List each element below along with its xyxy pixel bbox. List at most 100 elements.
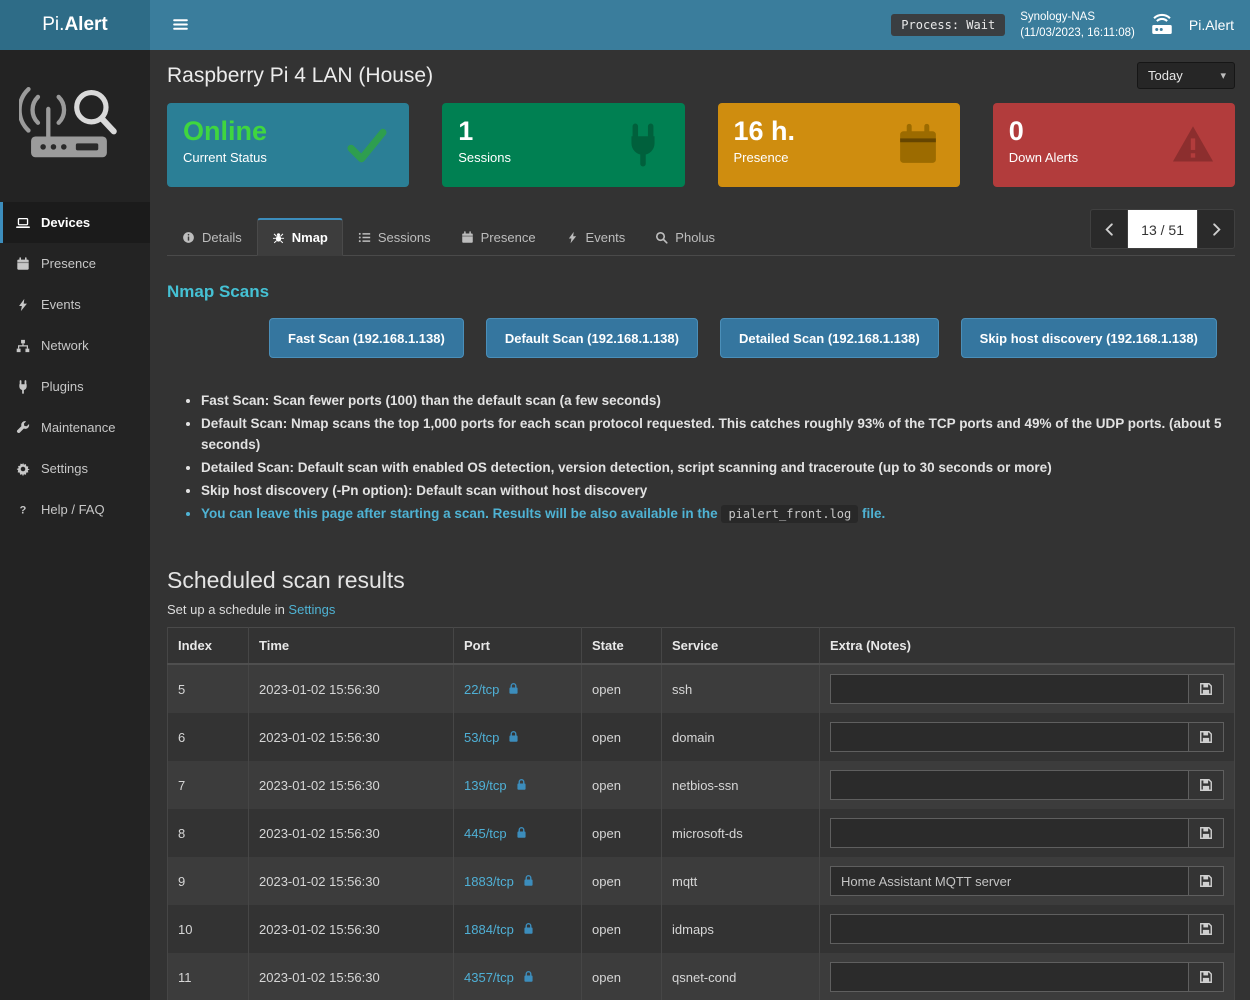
save-note-button[interactable] [1188, 914, 1224, 944]
port-link[interactable]: 4357/tcp [464, 970, 514, 985]
nmap-panel: Nmap Scans Fast Scan (192.168.1.138) Defa… [167, 282, 1235, 525]
sidebar-item-maintenance[interactable]: Maintenance [0, 407, 150, 448]
chevron-right-icon [1209, 222, 1224, 237]
card-presence[interactable]: 16 h. Presence [718, 103, 960, 187]
table-row: 11 2023-01-02 15:56:30 4357/tcp open qsn… [168, 953, 1235, 1000]
cell-service: ssh [662, 664, 820, 713]
sidebar-item-events[interactable]: Events [0, 284, 150, 325]
port-link[interactable]: 1883/tcp [464, 874, 514, 889]
card-down-alerts[interactable]: 0 Down Alerts [993, 103, 1235, 187]
scheduled-results-panel: Scheduled scan results Set up a schedule… [167, 567, 1235, 1000]
note-input[interactable] [830, 770, 1188, 800]
laptop-icon [15, 216, 31, 230]
cell-state: open [582, 905, 662, 953]
cell-service: idmaps [662, 905, 820, 953]
scan-notes-list: Fast Scan: Scan fewer ports (100) than t… [171, 390, 1235, 525]
default-scan-192-168-1-138-button[interactable]: Default Scan (192.168.1.138) [486, 318, 698, 358]
tab-nmap[interactable]: Nmap [257, 218, 343, 256]
port-link[interactable]: 445/tcp [464, 826, 507, 841]
nmap-scans-heading: Nmap Scans [167, 282, 1235, 302]
note-input[interactable] [830, 866, 1188, 896]
column-port: Port [454, 628, 582, 665]
gear-icon [15, 462, 31, 476]
cell-service: domain [662, 713, 820, 761]
column-extra-notes: Extra (Notes) [820, 628, 1235, 665]
list-icon [358, 231, 371, 244]
svg-text:?: ? [20, 504, 27, 516]
tab-sessions[interactable]: Sessions [343, 218, 446, 256]
save-note-button[interactable] [1188, 722, 1224, 752]
card-current-status[interactable]: Online Current Status [167, 103, 409, 187]
process-status-badge: Process: Wait [891, 14, 1005, 36]
card-sessions[interactable]: 1 Sessions [442, 103, 684, 187]
lock-icon [522, 970, 535, 983]
cell-time: 2023-01-02 15:56:30 [249, 809, 454, 857]
cell-time: 2023-01-02 15:56:30 [249, 761, 454, 809]
sidebar-item-devices[interactable]: Devices [0, 202, 150, 243]
port-link[interactable]: 22/tcp [464, 682, 499, 697]
save-note-button[interactable] [1188, 866, 1224, 896]
summary-cards: Online Current Status 1 Sessions 16 h. P… [167, 103, 1235, 187]
period-select-value: Today [1148, 68, 1183, 83]
settings-link[interactable]: Settings [288, 602, 335, 617]
sidebar-item-presence[interactable]: Presence [0, 243, 150, 284]
lock-icon [507, 730, 520, 743]
note-input[interactable] [830, 722, 1188, 752]
cell-index: 7 [168, 761, 249, 809]
port-link[interactable]: 53/tcp [464, 730, 499, 745]
cell-service: mqtt [662, 857, 820, 905]
prev-device-button[interactable] [1090, 209, 1128, 249]
scan-note: Detailed Scan: Default scan with enabled… [201, 457, 1235, 478]
table-row: 9 2023-01-02 15:56:30 1883/tcp open mqtt [168, 857, 1235, 905]
sidebar-item-settings[interactable]: Settings [0, 448, 150, 489]
top-navbar: Pi.Alert Process: Wait Synology-NAS (11/… [0, 0, 1250, 50]
cell-time: 2023-01-02 15:56:30 [249, 713, 454, 761]
cell-time: 2023-01-02 15:56:30 [249, 857, 454, 905]
note-input[interactable] [830, 962, 1188, 992]
sidebar-toggle-button[interactable] [166, 9, 195, 41]
note-input[interactable] [830, 914, 1188, 944]
sidebar-item-help-faq[interactable]: ? Help / FAQ [0, 489, 150, 530]
note-input[interactable] [830, 818, 1188, 848]
next-device-button[interactable] [1197, 209, 1235, 249]
tab-events[interactable]: Events [551, 218, 641, 256]
table-row: 7 2023-01-02 15:56:30 139/tcp open netbi… [168, 761, 1235, 809]
device-tabs: Details Nmap Sessions Presence Events Ph… [167, 218, 730, 255]
cell-state: open [582, 761, 662, 809]
cell-index: 10 [168, 905, 249, 953]
detailed-scan-192-168-1-138-button[interactable]: Detailed Scan (192.168.1.138) [720, 318, 939, 358]
cell-service: netbios-ssn [662, 761, 820, 809]
question-icon: ? [15, 503, 31, 517]
bolt-icon [15, 298, 31, 312]
sidebar-item-plugins[interactable]: Plugins [0, 366, 150, 407]
tab-presence[interactable]: Presence [446, 218, 551, 256]
skip-host-discovery-192-168-1-138-button[interactable]: Skip host discovery (192.168.1.138) [961, 318, 1217, 358]
cell-index: 8 [168, 809, 249, 857]
save-note-button[interactable] [1188, 674, 1224, 704]
save-note-button[interactable] [1188, 818, 1224, 848]
port-link[interactable]: 139/tcp [464, 778, 507, 793]
cell-state: open [582, 857, 662, 905]
save-note-button[interactable] [1188, 962, 1224, 992]
scan-note: Skip host discovery (-Pn option): Defaul… [201, 480, 1235, 501]
column-time: Time [249, 628, 454, 665]
sidebar-item-network[interactable]: Network [0, 325, 150, 366]
tab-pholus[interactable]: Pholus [640, 218, 730, 256]
plug-icon [15, 380, 31, 394]
save-note-button[interactable] [1188, 770, 1224, 800]
nas-name: Synology-NAS [1020, 9, 1135, 25]
table-row: 5 2023-01-02 15:56:30 22/tcp open ssh [168, 664, 1235, 713]
lock-icon [507, 682, 520, 695]
period-select[interactable]: Today ▾ [1137, 62, 1235, 89]
fast-scan-192-168-1-138-button[interactable]: Fast Scan (192.168.1.138) [269, 318, 464, 358]
plug-icon [621, 123, 665, 167]
calendar-icon [896, 123, 940, 167]
column-index: Index [168, 628, 249, 665]
app-logo[interactable]: Pi.Alert [0, 0, 150, 50]
save-icon [1199, 682, 1213, 696]
bolt-icon [566, 231, 579, 244]
tab-details[interactable]: Details [167, 218, 257, 256]
note-input[interactable] [830, 674, 1188, 704]
tab-bar: Details Nmap Sessions Presence Events Ph… [167, 209, 1235, 256]
port-link[interactable]: 1884/tcp [464, 922, 514, 937]
